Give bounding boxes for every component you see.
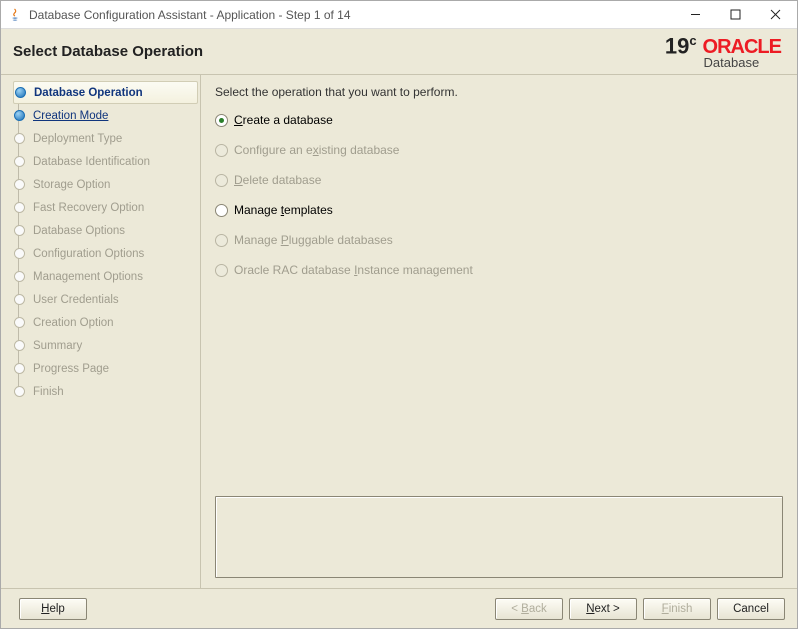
radio-label: Manage Pluggable databases [234,233,393,247]
step-label: Deployment Type [33,133,122,145]
messages-panel [215,496,783,578]
step-label: Fast Recovery Option [33,202,144,214]
step-14: Finish [13,380,198,403]
page-title: Select Database Operation [13,43,665,60]
maximize-button[interactable] [715,2,755,28]
titlebar: Database Configuration Assistant - Appli… [1,1,797,29]
instruction-text: Select the operation that you want to pe… [215,85,783,99]
step-label: Summary [33,340,82,352]
body: Database Operation Creation Mode Deploymen… [1,75,797,588]
step-bullet-icon [14,340,25,351]
java-icon [7,7,23,23]
step-5: Storage Option [13,173,198,196]
step-11: Creation Option [13,311,198,334]
radio-label: Create a database [234,113,333,127]
step-label: Database Identification [33,156,150,168]
step-bullet-icon [14,202,25,213]
step-3: Deployment Type [13,127,198,150]
radio-icon [215,264,228,277]
operation-option-5: Manage Pluggable databases [215,233,783,247]
step-4: Database Identification [13,150,198,173]
step-2[interactable]: Creation Mode [13,104,198,127]
step-13: Progress Page [13,357,198,380]
close-button[interactable] [755,2,795,28]
step-6: Fast Recovery Option [13,196,198,219]
step-bullet-icon [14,363,25,374]
operation-option-2: Configure an existing database [215,143,783,157]
operation-option-4[interactable]: Manage templates [215,203,783,217]
step-bullet-icon [14,179,25,190]
radio-icon [215,114,228,127]
content-panel: Select the operation that you want to pe… [201,75,797,588]
step-label: Creation Option [33,317,114,329]
radio-label: Oracle RAC database Instance management [234,263,473,277]
minimize-button[interactable] [675,2,715,28]
radio-label: Configure an existing database [234,143,399,157]
step-label: Database Options [33,225,125,237]
step-8: Configuration Options [13,242,198,265]
radio-label: Manage templates [234,203,333,217]
step-7: Database Options [13,219,198,242]
version-sup: c [689,33,696,48]
step-10: User Credentials [13,288,198,311]
step-bullet-icon [14,133,25,144]
oracle-logo: 19c ORACLE Database [665,33,781,70]
operation-option-3: Delete database [215,173,783,187]
step-list: Database Operation Creation Mode Deploymen… [1,81,198,403]
step-bullet-icon [14,110,25,121]
sidebar: Database Operation Creation Mode Deploymen… [1,75,201,588]
step-label: Finish [33,386,64,398]
version-number: 19 [665,33,689,58]
step-bullet-icon [14,317,25,328]
step-bullet-icon [14,386,25,397]
step-label: Creation Mode [33,110,108,122]
brand-sub: Database [704,57,760,69]
version-text: 19c [665,33,697,59]
radio-icon [215,174,228,187]
header: Select Database Operation 19c ORACLE Dat… [1,29,797,75]
step-label: Configuration Options [33,248,144,260]
window-title: Database Configuration Assistant - Appli… [29,8,675,22]
step-bullet-icon [14,225,25,236]
step-bullet-icon [15,87,26,98]
step-label: Database Operation [34,87,143,99]
step-label: Storage Option [33,179,110,191]
step-1[interactable]: Database Operation [13,81,198,104]
radio-icon [215,204,228,217]
step-bullet-icon [14,248,25,259]
step-bullet-icon [14,294,25,305]
footer: Help < Back Next > Finish Cancel [1,588,797,628]
step-bullet-icon [14,156,25,167]
help-button[interactable]: Help [19,598,87,620]
operation-option-1[interactable]: Create a database [215,113,783,127]
next-button[interactable]: Next > [569,598,637,620]
back-button[interactable]: < Back [495,598,563,620]
finish-button[interactable]: Finish [643,598,711,620]
step-bullet-icon [14,271,25,282]
cancel-button[interactable]: Cancel [717,598,785,620]
step-label: Management Options [33,271,143,283]
radio-icon [215,144,228,157]
operation-option-6: Oracle RAC database Instance management [215,263,783,277]
step-9: Management Options [13,265,198,288]
step-label: Progress Page [33,363,109,375]
step-12: Summary [13,334,198,357]
step-label: User Credentials [33,294,119,306]
radio-label: Delete database [234,173,321,187]
radio-icon [215,234,228,247]
operation-radio-group: Create a database Configure an existing d… [215,113,783,277]
window-controls [675,2,795,28]
